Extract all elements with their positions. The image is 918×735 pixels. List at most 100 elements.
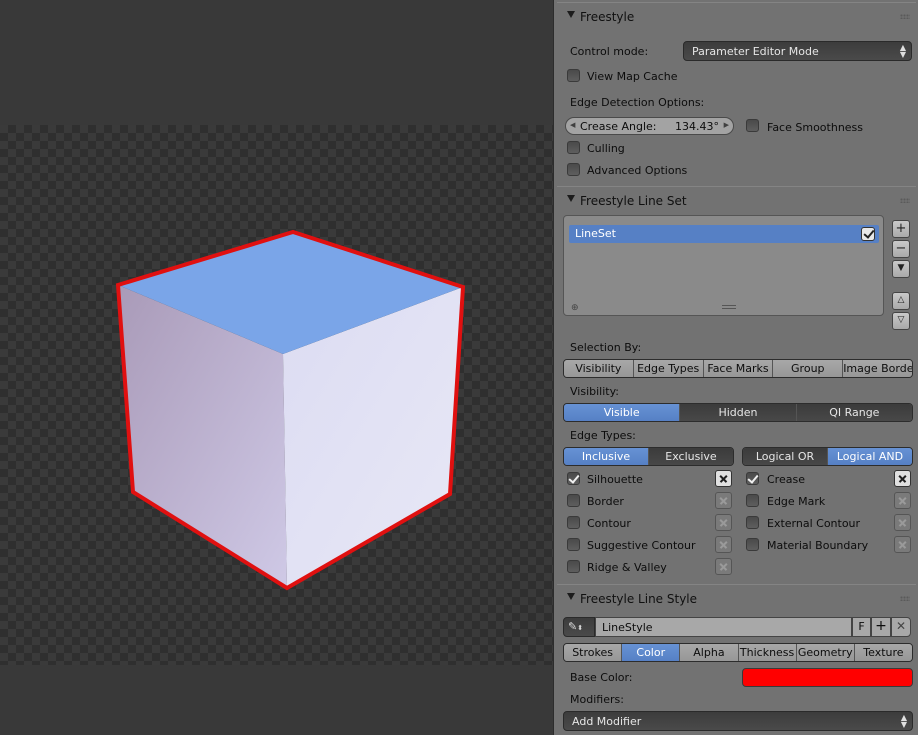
silhouette-checkbox[interactable] (567, 472, 580, 485)
linestyle-name: LineStyle (602, 621, 653, 634)
edge-mark-checkbox[interactable] (746, 494, 759, 507)
lineset-section: Freestyle Line Set LineSet ⊕ + − ▼ △ ▽ S… (557, 186, 916, 583)
list-item[interactable]: LineSet (569, 225, 879, 243)
edge-detection-label: Edge Detection Options: (570, 96, 705, 109)
linestyle-name-field[interactable]: LineStyle (595, 617, 852, 637)
drag-grip-icon[interactable] (900, 198, 910, 203)
edge-mark-exclude-button[interactable] (894, 492, 911, 509)
visibility-tabs: Visible Hidden QI Range (563, 403, 913, 422)
3d-viewport[interactable] (0, 0, 553, 735)
linestyle-header[interactable]: Freestyle Line Style (557, 585, 916, 611)
section-title: Freestyle Line Style (580, 592, 698, 606)
external-contour-exclude-button[interactable] (894, 514, 911, 531)
properties-panel: Freestyle Control mode: Parameter Editor… (553, 0, 918, 735)
drag-grip-icon[interactable] (900, 14, 910, 19)
base-color-swatch[interactable] (742, 668, 913, 687)
move-up-button[interactable]: △ (892, 292, 910, 310)
inclusive-exclusive-tabs: Inclusive Exclusive (563, 447, 734, 466)
control-mode-value: Parameter Editor Mode (692, 45, 819, 58)
fake-user-label: F (858, 620, 865, 633)
border-checkbox[interactable] (567, 494, 580, 507)
selection-by-toggles: Visibility Edge Types Face Marks Group I… (563, 359, 913, 378)
tab-color[interactable]: Color (622, 644, 681, 661)
freestyle-header[interactable]: Freestyle (557, 3, 916, 29)
selection-visibility-toggle[interactable]: Visibility (564, 360, 634, 377)
lineset-name: LineSet (575, 227, 616, 240)
increment-arrow-icon[interactable]: ▶ (724, 121, 729, 129)
external-contour-checkbox[interactable] (746, 516, 759, 529)
selection-edge-types-toggle[interactable]: Edge Types (633, 360, 704, 377)
tab-thickness[interactable]: Thickness (738, 644, 797, 661)
silhouette-exclude-button[interactable] (715, 470, 732, 487)
lineset-header[interactable]: Freestyle Line Set (557, 187, 916, 213)
decrement-arrow-icon[interactable]: ◀ (570, 121, 575, 129)
tab-geometry[interactable]: Geometry (796, 644, 855, 661)
updown-arrows-icon: ▲ ▼ (900, 713, 907, 729)
crease-label: Crease (767, 473, 805, 486)
crease-exclude-button[interactable] (894, 470, 911, 487)
tab-alpha[interactable]: Alpha (680, 644, 739, 661)
edge-types-label: Edge Types: (570, 429, 636, 442)
exclusive-tab[interactable]: Exclusive (649, 448, 733, 465)
logical-or-tab[interactable]: Logical OR (743, 448, 828, 465)
lineset-enabled-checkbox[interactable] (861, 227, 875, 241)
control-mode-label: Control mode: (570, 45, 649, 58)
contour-exclude-button[interactable] (715, 514, 732, 531)
modifiers-label: Modifiers: (570, 693, 624, 706)
ridge-valley-exclude-button[interactable] (715, 558, 732, 575)
visibility-label: Visibility: (570, 385, 620, 398)
fake-user-button[interactable]: F (852, 617, 871, 637)
suggestive-contour-exclude-button[interactable] (715, 536, 732, 553)
selection-image-border-toggle[interactable]: Image Border (843, 360, 912, 377)
brush-icon: ✎ (568, 620, 578, 633)
face-smoothness-checkbox[interactable] (746, 119, 759, 132)
inclusive-tab[interactable]: Inclusive (564, 448, 649, 465)
lineset-list[interactable]: LineSet ⊕ (563, 215, 884, 316)
ridge-valley-checkbox[interactable] (567, 560, 580, 573)
remove-lineset-button[interactable]: − (892, 240, 910, 258)
logical-and-tab[interactable]: Logical AND (828, 448, 912, 465)
selection-group-toggle[interactable]: Group (773, 360, 844, 377)
material-boundary-checkbox[interactable] (746, 538, 759, 551)
culling-checkbox[interactable] (567, 141, 580, 154)
crease-checkbox[interactable] (746, 472, 759, 485)
hidden-tab[interactable]: Hidden (680, 404, 797, 421)
crease-angle-value: 134.43° (675, 120, 719, 133)
view-map-cache-checkbox[interactable] (567, 69, 580, 82)
edge-mark-label: Edge Mark (767, 495, 826, 508)
new-linestyle-button[interactable]: + (871, 617, 891, 637)
move-down-button[interactable]: ▽ (892, 312, 910, 330)
add-lineset-button[interactable]: + (892, 220, 910, 238)
collapse-triangle-icon (567, 195, 575, 202)
lineset-menu-button[interactable]: ▼ (892, 260, 910, 278)
add-modifier-dropdown[interactable]: Add Modifier ▲ ▼ (563, 711, 913, 731)
border-label: Border (587, 495, 624, 508)
qi-range-tab[interactable]: QI Range (796, 404, 912, 421)
updown-arrows-icon: ▲ ▼ (899, 43, 906, 59)
selection-face-marks-toggle[interactable]: Face Marks (703, 360, 774, 377)
contour-checkbox[interactable] (567, 516, 580, 529)
silhouette-label: Silhouette (587, 473, 643, 486)
linestyle-browse-button[interactable]: ✎⬍ (563, 617, 595, 637)
crease-angle-field[interactable]: ◀ Crease Angle: 134.43° ▶ (565, 117, 734, 135)
view-map-cache-label: View Map Cache (587, 70, 678, 83)
collapse-triangle-icon (567, 593, 575, 600)
drag-grip-icon[interactable] (900, 596, 910, 601)
unlink-linestyle-button[interactable]: ✕ (891, 617, 911, 637)
suggestive-contour-checkbox[interactable] (567, 538, 580, 551)
material-boundary-exclude-button[interactable] (894, 536, 911, 553)
freestyle-section: Freestyle Control mode: Parameter Editor… (557, 2, 916, 185)
list-resize-handle[interactable] (722, 305, 736, 309)
contour-label: Contour (587, 517, 631, 530)
control-mode-dropdown[interactable]: Parameter Editor Mode ▲ ▼ (683, 41, 912, 61)
tab-texture[interactable]: Texture (854, 644, 912, 661)
border-exclude-button[interactable] (715, 492, 732, 509)
visible-tab[interactable]: Visible (564, 404, 681, 421)
culling-label: Culling (587, 142, 625, 155)
advanced-options-checkbox[interactable] (567, 163, 580, 176)
close-icon: ✕ (895, 619, 907, 633)
section-title: Freestyle Line Set (580, 194, 687, 208)
tab-strokes[interactable]: Strokes (564, 644, 623, 661)
resize-plus-icon[interactable]: ⊕ (571, 303, 579, 313)
ridge-valley-label: Ridge & Valley (587, 561, 667, 574)
